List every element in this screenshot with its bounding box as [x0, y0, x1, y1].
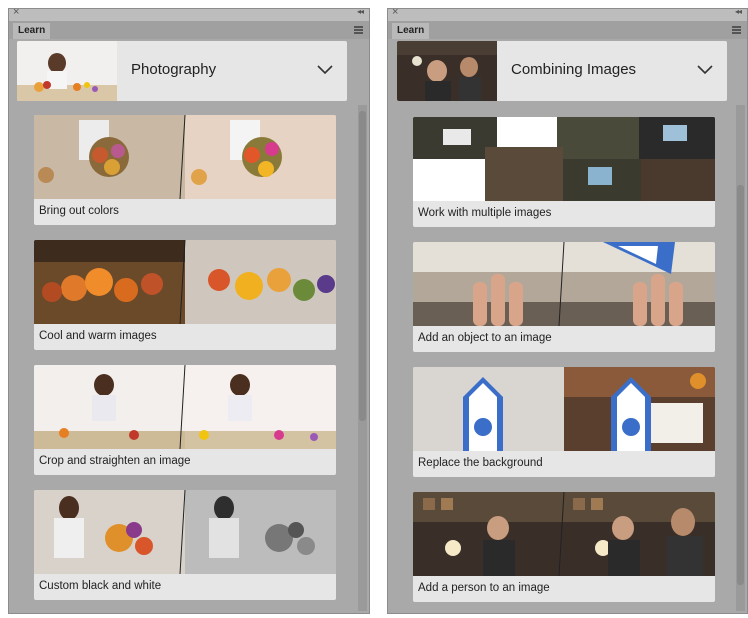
tutorial-title: Replace the background [418, 457, 543, 469]
tutorial-thumbnail [413, 367, 715, 451]
tutorial-thumbnail [34, 365, 336, 449]
tutorial-card-bring-out-colors[interactable]: Bring out colors [34, 115, 336, 225]
collapse-icon[interactable]: ◂◂ [357, 7, 364, 16]
topic-title: Photography [131, 61, 217, 78]
scrollbar-thumb[interactable] [359, 111, 366, 421]
tutorial-thumbnail [34, 115, 336, 199]
tutorial-thumbnail [413, 242, 715, 326]
scrollbar[interactable] [736, 105, 745, 611]
tab-learn[interactable]: Learn [13, 23, 51, 39]
topic-thumbnail-combining-images [397, 41, 497, 101]
tutorial-thumbnail [34, 240, 336, 324]
panel-titlebar: × ◂◂ [9, 6, 369, 21]
tutorial-card-replace-the-background[interactable]: Replace the background [413, 367, 715, 477]
chevron-down-icon[interactable] [317, 65, 333, 75]
topic-title: Combining Images [511, 61, 637, 78]
tutorial-title: Add a person to an image [418, 582, 550, 594]
panel-tab-row: Learn [388, 21, 747, 39]
learn-panel-combining-images: × ◂◂ Learn Combining Images Work with mu… [387, 6, 748, 614]
close-icon[interactable]: × [13, 6, 19, 18]
tab-learn[interactable]: Learn [392, 23, 430, 39]
tutorial-title: Add an object to an image [418, 332, 552, 344]
tutorial-title: Crop and straighten an image [39, 455, 191, 467]
learn-panel-photography: × ◂◂ Learn Photography Bring out colors … [8, 6, 370, 614]
tutorial-thumbnail [413, 117, 715, 201]
panel-titlebar: × ◂◂ [388, 6, 747, 21]
tutorial-thumbnail [413, 492, 715, 576]
collapse-icon[interactable]: ◂◂ [735, 7, 742, 16]
tutorial-title: Custom black and white [39, 580, 162, 592]
tutorial-card-crop-and-straighten[interactable]: Crop and straighten an image [34, 365, 336, 475]
tutorial-title: Cool and warm images [39, 330, 157, 342]
tutorial-card-work-with-multiple-images[interactable]: Work with multiple images [413, 117, 715, 227]
tutorial-thumbnail [34, 490, 336, 574]
tutorial-title: Bring out colors [39, 205, 119, 217]
close-icon[interactable]: × [392, 6, 398, 18]
scrollbar-thumb[interactable] [737, 185, 744, 585]
scrollbar[interactable] [358, 105, 367, 611]
topic-selector[interactable]: Combining Images [397, 41, 727, 101]
topic-selector[interactable]: Photography [17, 41, 347, 101]
panel-menu-icon[interactable] [732, 26, 741, 34]
chevron-down-icon[interactable] [697, 65, 713, 75]
topic-thumbnail-photography [17, 41, 117, 101]
tutorial-card-add-an-object[interactable]: Add an object to an image [413, 242, 715, 352]
tutorial-card-cool-and-warm-images[interactable]: Cool and warm images [34, 240, 336, 350]
panel-tab-row: Learn [9, 21, 369, 39]
tutorial-card-add-a-person[interactable]: Add a person to an image [413, 492, 715, 602]
tutorial-title: Work with multiple images [418, 207, 552, 219]
tutorial-card-custom-black-and-white[interactable]: Custom black and white [34, 490, 336, 600]
panel-menu-icon[interactable] [354, 26, 363, 34]
